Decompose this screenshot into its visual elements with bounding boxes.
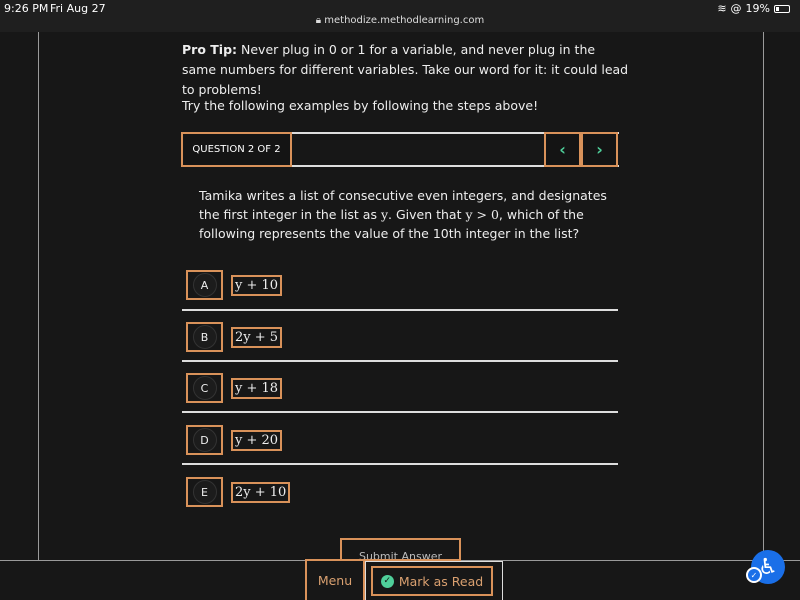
mark-as-read-wrapper: ✓ Mark as Read	[365, 561, 503, 600]
divider	[182, 360, 618, 362]
letter-label: B	[192, 325, 217, 349]
instruction-text: Try the following examples by following …	[182, 98, 539, 113]
status-icons: ≋ @ 19%	[717, 2, 790, 15]
option-answer: 2y + 10	[231, 482, 291, 503]
status-date: Fri Aug 27	[50, 2, 106, 15]
divider	[182, 463, 618, 465]
math-var: y	[380, 207, 389, 222]
next-question-button[interactable]: ›	[581, 132, 618, 167]
pro-tip-text: Never plug in 0 or 1 for a variable, and…	[182, 42, 629, 97]
mark-as-read-label: Mark as Read	[398, 573, 484, 589]
option-answer: 2y + 5	[231, 327, 283, 348]
option-letter[interactable]: E	[186, 477, 223, 507]
wifi-icon: ≋	[717, 2, 727, 15]
divider	[182, 309, 618, 311]
url-text: methodize.methodlearning.com	[324, 15, 485, 26]
divider	[182, 411, 618, 413]
option-letter[interactable]: B	[186, 322, 223, 352]
option-e[interactable]: E 2y + 10	[186, 477, 618, 509]
content-border-left	[38, 32, 39, 560]
option-answer: y + 10	[231, 275, 283, 296]
option-answer: y + 20	[231, 430, 283, 451]
pro-tip: Pro Tip: Never plug in 0 or 1 for a vari…	[182, 40, 632, 100]
letter-label: E	[192, 480, 217, 504]
status-bar: 9:26 PM Fri Aug 27 ≋ @ 19% 🔒︎ methodize.…	[0, 0, 800, 32]
option-letter[interactable]: A	[186, 270, 223, 300]
mark-as-read-button[interactable]: ✓ Mark as Read	[371, 566, 493, 596]
option-answer: y + 18	[231, 378, 283, 399]
accessibility-check-icon: ✓	[746, 567, 762, 583]
orientation-lock-icon: @	[730, 2, 742, 15]
address-bar[interactable]: 🔒︎ methodize.methodlearning.com	[0, 15, 800, 26]
content-border-right	[763, 32, 764, 560]
submit-answer-button[interactable]: Submit Answer	[340, 538, 461, 561]
option-c[interactable]: Cy + 18	[186, 373, 618, 405]
option-letter[interactable]: D	[186, 425, 223, 455]
chevron-left-icon: ‹	[559, 140, 566, 159]
option-a[interactable]: Ay + 10	[186, 270, 618, 302]
option-d[interactable]: Dy + 20	[186, 425, 618, 457]
chevron-right-icon: ›	[596, 140, 603, 159]
math-condition: y > 0	[465, 207, 499, 222]
lock-icon: 🔒︎	[315, 15, 322, 26]
prev-question-button[interactable]: ‹	[544, 132, 581, 167]
battery-icon	[774, 4, 790, 13]
pro-tip-label: Pro Tip:	[182, 42, 238, 57]
check-circle-icon: ✓	[380, 574, 394, 588]
menu-button[interactable]: Menu	[305, 559, 365, 600]
question-text-part: . Given that	[388, 207, 466, 222]
option-b[interactable]: B 2y + 5	[186, 322, 618, 354]
option-letter[interactable]: C	[186, 373, 223, 403]
battery-percent: 19%	[745, 2, 770, 15]
question-counter: QUESTION 2 OF 2	[181, 132, 292, 167]
status-time: 9:26 PM	[4, 2, 49, 15]
letter-label: C	[192, 376, 217, 400]
question-text: Tamika writes a list of consecutive even…	[199, 186, 609, 243]
letter-label: D	[192, 428, 217, 452]
letter-label: A	[192, 273, 217, 297]
